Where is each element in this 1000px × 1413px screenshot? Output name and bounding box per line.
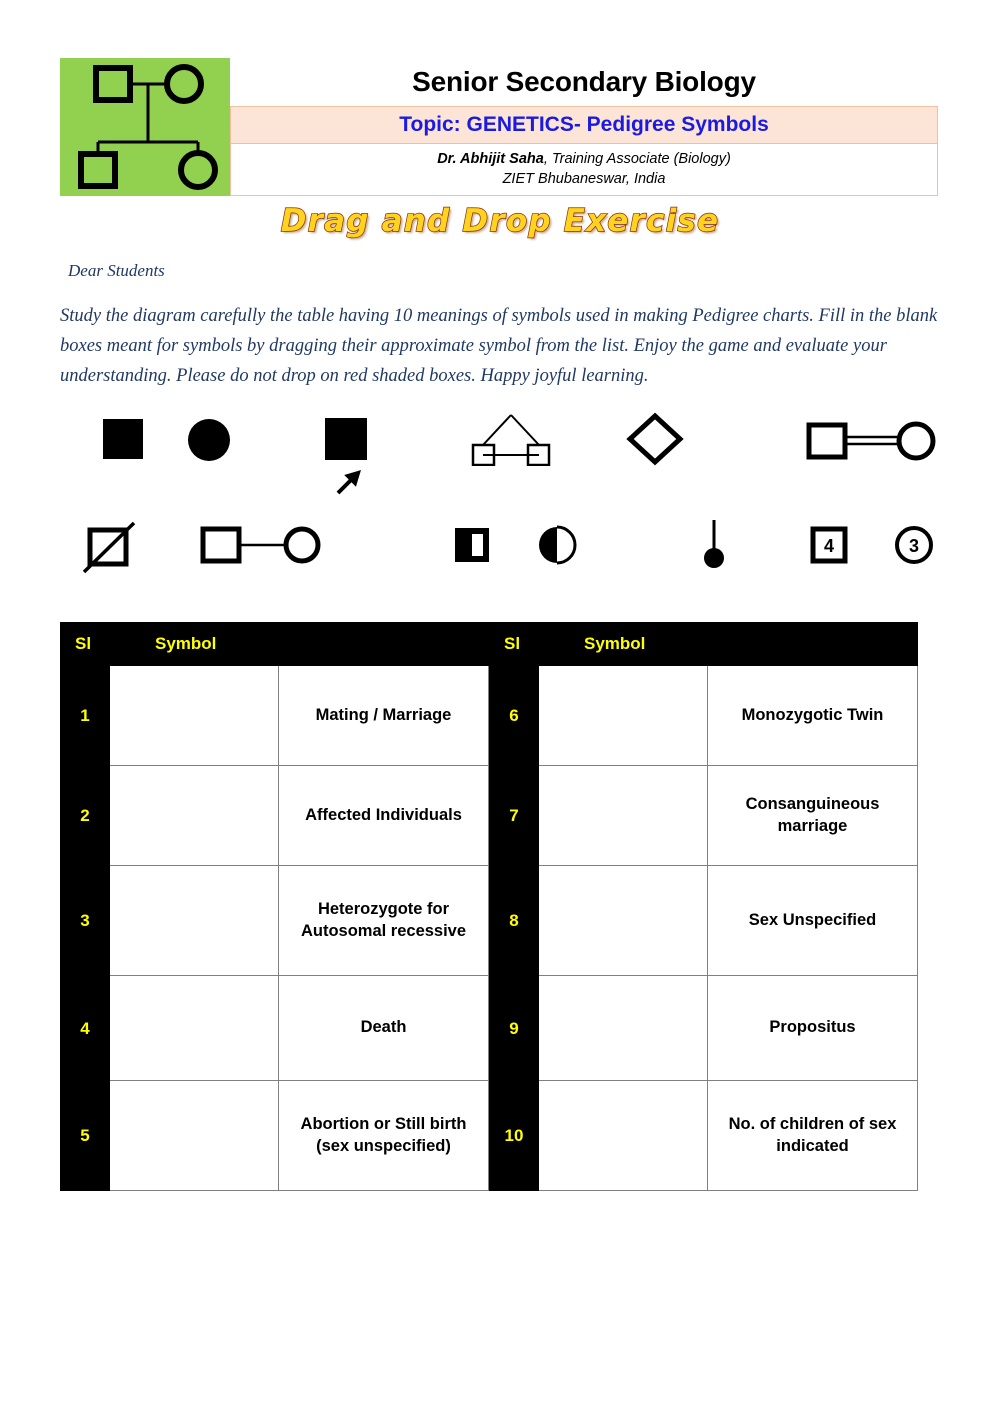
author-name: Dr. Abhijit Saha (437, 150, 544, 167)
table-right-half: 6 Monozygotic Twin 7 Consanguineous marr… (489, 666, 918, 1191)
row-sl-8: 8 (489, 866, 539, 976)
table-row: 8 Sex Unspecified (489, 866, 918, 976)
author-name-role: Dr. Abhijit Saha, Training Associate (Bi… (437, 150, 731, 170)
meaning-9: Propositus (708, 976, 918, 1081)
mating-line-symbol[interactable] (200, 522, 322, 568)
institute-name: ZIET Bhubaneswar, India (502, 170, 666, 187)
drop-zone-1[interactable] (110, 666, 279, 766)
row-sl-9: 9 (489, 976, 539, 1081)
drop-zone-6[interactable] (539, 666, 708, 766)
drop-zone-9[interactable] (539, 976, 708, 1081)
table-row: 6 Monozygotic Twin (489, 666, 918, 766)
deceased-symbol[interactable] (82, 518, 140, 576)
meaning-10: No. of children of sex indicated (708, 1081, 918, 1191)
table-row: 3 Heterozygote for Autosomal recessive (60, 866, 489, 976)
row-sl-7: 7 (489, 766, 539, 866)
table-row: 9 Propositus (489, 976, 918, 1081)
half-filled-square-symbol[interactable] (453, 526, 491, 564)
numbered-circle-symbol[interactable]: 3 (894, 525, 934, 565)
header-sl-left: Sl (75, 634, 92, 653)
table-row: 1 Mating / Marriage (60, 666, 489, 766)
diamond-symbol[interactable] (626, 412, 684, 466)
header-symbol-right: Symbol (584, 634, 646, 653)
table-left-half: 1 Mating / Marriage 2 Affected Individua… (60, 666, 489, 1191)
meaning-7: Consanguineous marriage (708, 766, 918, 866)
meaning-4: Death (279, 976, 489, 1081)
meaning-3: Heterozygote for Autosomal recessive (279, 866, 489, 976)
meaning-1: Mating / Marriage (279, 666, 489, 766)
row-sl-3: 3 (60, 866, 110, 976)
table-row: 5 Abortion or Still birth (sex unspecifi… (60, 1081, 489, 1191)
numbered-square-value: 4 (824, 536, 834, 556)
consanguineous-marriage-symbol[interactable] (806, 418, 938, 462)
instruction-paragraph: Study the diagram carefully the table ha… (60, 306, 938, 386)
meaning-2: Affected Individuals (279, 766, 489, 866)
filled-square-symbol[interactable] (101, 417, 145, 461)
topic-banner: Topic: GENETICS- Pedigree Symbols (230, 106, 938, 144)
table-header-row: Sl Symbol Sl Symbol (60, 622, 918, 666)
pedigree-logo-svg (78, 64, 218, 190)
header-text-block: Senior Secondary Biology Topic: GENETICS… (230, 58, 938, 196)
row-sl-6: 6 (489, 666, 539, 766)
monozygotic-twin-symbol[interactable] (470, 412, 552, 466)
pedigree-chart-logo (60, 58, 230, 196)
author-role: , Training Associate (Biology) (543, 150, 731, 167)
table-body: 1 Mating / Marriage 2 Affected Individua… (60, 666, 918, 1191)
numbered-square-symbol[interactable]: 4 (810, 526, 848, 564)
stillbirth-symbol[interactable] (698, 518, 730, 570)
page-title: Senior Secondary Biology (412, 66, 756, 97)
drop-zone-10[interactable] (539, 1081, 708, 1191)
propositus-symbol[interactable] (322, 415, 384, 499)
row-sl-2: 2 (60, 766, 110, 866)
table-row: 10 No. of children of sex indicated (489, 1081, 918, 1191)
drop-zone-5[interactable] (110, 1081, 279, 1191)
header-symbol-left: Symbol (155, 634, 217, 653)
meaning-6: Monozygotic Twin (708, 666, 918, 766)
drop-zone-2[interactable] (110, 766, 279, 866)
drop-zone-7[interactable] (539, 766, 708, 866)
meaning-8: Sex Unspecified (708, 866, 918, 976)
pedigree-symbols-table: Sl Symbol Sl Symbol 1 Mating / Marriage … (60, 622, 918, 1191)
filled-circle-symbol[interactable] (186, 417, 232, 463)
author-block: Dr. Abhijit Saha, Training Associate (Bi… (230, 144, 938, 196)
table-row: 7 Consanguineous marriage (489, 766, 918, 866)
row-sl-5: 5 (60, 1081, 110, 1191)
row-sl-1: 1 (60, 666, 110, 766)
row-sl-4: 4 (60, 976, 110, 1081)
meaning-5: Abortion or Still birth (sex unspecified… (279, 1081, 489, 1191)
table-row: 4 Death (60, 976, 489, 1081)
numbered-circle-value: 3 (909, 536, 919, 556)
page-header: Senior Secondary Biology Topic: GENETICS… (60, 58, 938, 196)
drop-zone-4[interactable] (110, 976, 279, 1081)
exercise-title: Drag and Drop Exercise (280, 202, 720, 239)
salutation: Dear Students (68, 261, 165, 280)
header-sl-right: Sl (504, 634, 521, 653)
drop-zone-3[interactable] (110, 866, 279, 976)
table-row: 2 Affected Individuals (60, 766, 489, 866)
drop-zone-8[interactable] (539, 866, 708, 976)
row-sl-10: 10 (489, 1081, 539, 1191)
half-filled-circle-symbol[interactable] (537, 525, 577, 565)
